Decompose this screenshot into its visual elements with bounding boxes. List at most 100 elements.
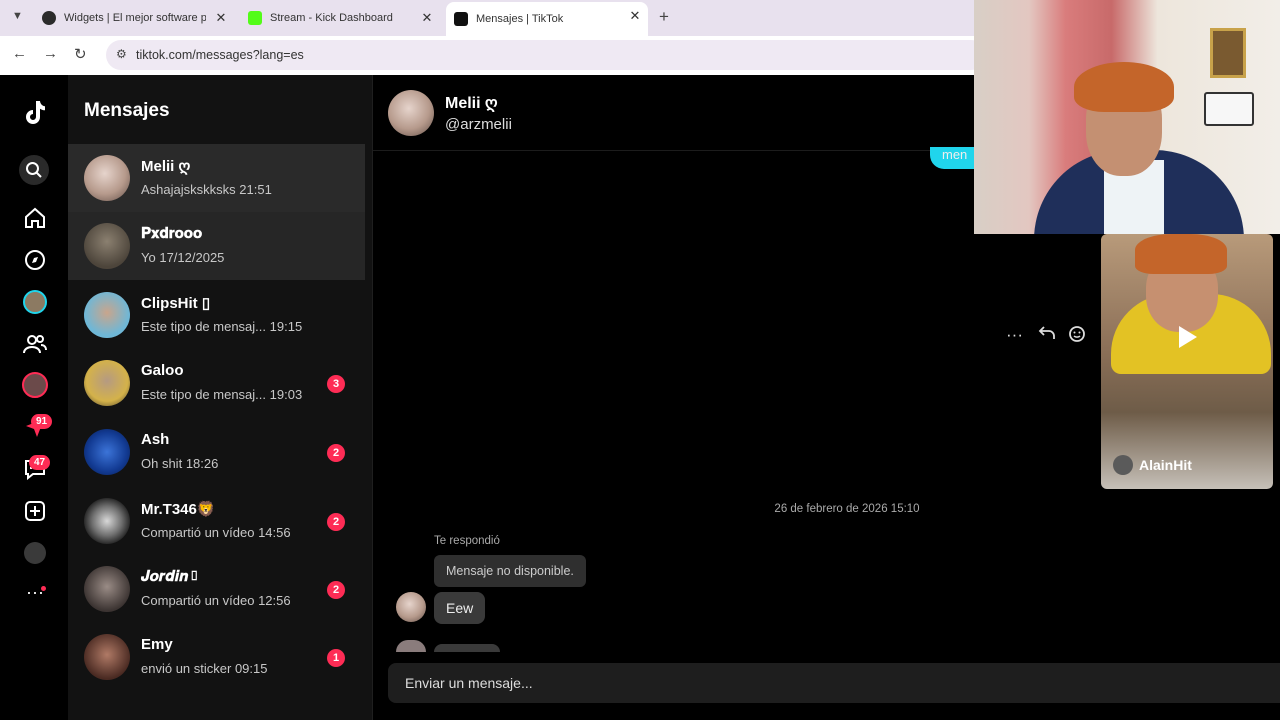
preview-text: Yo (141, 250, 156, 265)
search-icon[interactable] (19, 155, 49, 185)
tab-kick-dashboard[interactable]: Stream - Kick Dashboard ✕ (240, 4, 440, 32)
preview-time: 09:15 (234, 661, 268, 676)
conversation-preview: Ashajajskskksks 21:51 (141, 182, 272, 197)
poster-shape (1210, 28, 1246, 78)
webcam-overlay (974, 0, 1280, 234)
preview-text: Ashajajskskksks (141, 182, 236, 197)
clip-hair-shape (1135, 234, 1227, 274)
avatar (84, 498, 130, 544)
close-icon[interactable]: ✕ (214, 10, 228, 26)
replied-label: Te respondió (434, 535, 500, 547)
tab-list-icon[interactable]: ▼ (12, 10, 23, 22)
conversation-preview: envió un sticker 09:15 (141, 661, 268, 676)
preview-time: 14:56 (258, 525, 291, 540)
preview-text: Compartió un vídeo (141, 525, 255, 540)
avatar (84, 155, 130, 201)
unread-badge: 2 (327, 444, 345, 462)
conversation-name: ClipsHit ▯ (141, 295, 211, 312)
conversation-name: Ash (141, 431, 170, 448)
conversation-item[interactable]: Mr.T346🦁 Compartió un vídeo 14:56 2 (68, 487, 365, 555)
clip-user-name: AlainHit (1139, 457, 1192, 473)
tab-title: Stream - Kick Dashboard (270, 12, 393, 24)
back-icon[interactable]: ← (12, 45, 27, 62)
avatar (84, 429, 130, 475)
widgets-favicon-icon (42, 11, 56, 25)
preview-text: Compartió un vídeo (141, 593, 255, 608)
clip-user-avatar (1113, 455, 1133, 475)
url-text: tiktok.com/messages?lang=es (136, 48, 304, 62)
activity-count-badge: 91 (31, 414, 53, 429)
more-dot (41, 586, 46, 591)
conversation-name: 𝐏𝐱𝐝𝐫𝐨𝐨𝐨 (141, 225, 203, 242)
conversation-item[interactable]: 𝐏𝐱𝐝𝐫𝐨𝐨𝐨 Yo 17/12/2025 (68, 212, 365, 280)
conversation-item[interactable]: 𝑱𝒐𝒓𝒅𝒊𝒏▯ Compartió un vídeo 12:56 2 (68, 555, 365, 623)
chat-contact-handle[interactable]: @arzmelii (445, 116, 512, 133)
conversation-preview: Compartió un vídeo 12:56 (141, 593, 291, 608)
avatar (84, 292, 130, 338)
explore-icon[interactable] (22, 247, 48, 273)
preview-text: envió un sticker (141, 661, 232, 676)
tab-title: Mensajes | TikTok (476, 13, 564, 25)
conversation-name: Galoo (141, 362, 184, 379)
preview-time: 17/12/2025 (159, 250, 225, 265)
unread-badge: 3 (327, 375, 345, 393)
preview-time: 19:15 (269, 319, 303, 334)
received-message-bubble[interactable]: Eew (434, 592, 486, 624)
unread-badge: 1 (327, 649, 345, 667)
live-avatar-icon[interactable] (22, 372, 48, 398)
site-settings-icon[interactable]: ⚙ (116, 47, 127, 61)
friends-icon[interactable] (22, 331, 48, 357)
conversation-item[interactable]: Galoo Este tipo de mensaj... 19:03 3 (68, 349, 365, 417)
message-input[interactable]: Enviar un mensaje... (388, 663, 1280, 703)
more-options-icon[interactable]: ··· (1006, 325, 1023, 345)
conversation-preview: Oh shit 18:26 (141, 456, 218, 471)
chat-contact-name[interactable]: Melii ღ (445, 93, 498, 113)
message-timestamp: 26 de febrero de 2026 15:10 (774, 503, 920, 515)
play-icon[interactable] (1179, 326, 1197, 348)
avatar (84, 566, 130, 612)
person-hair-shape (1074, 62, 1174, 112)
close-icon[interactable]: ✕ (420, 10, 434, 26)
avatar (84, 634, 130, 680)
conversation-item[interactable]: Emy envió un sticker 09:15 1 (68, 623, 365, 691)
tab-widgets[interactable]: Widgets | El mejor software pa ✕ (34, 4, 234, 32)
tiktok-favicon-icon (454, 12, 468, 26)
preview-time: 19:03 (269, 387, 303, 402)
avatar[interactable] (388, 90, 434, 136)
conversation-item[interactable]: Ash Oh shit 18:26 2 (68, 418, 365, 486)
conversation-preview: Este tipo de mensaj... 19:03 (141, 387, 302, 402)
unread-badge: 2 (327, 581, 345, 599)
preview-text: Este tipo de mensaj... (141, 319, 267, 334)
tab-title: Widgets | El mejor software pa (64, 12, 206, 24)
close-icon[interactable]: ✕ (628, 8, 642, 24)
home-icon[interactable] (22, 205, 48, 231)
conversation-name: Emy (141, 636, 173, 653)
upload-icon[interactable] (22, 498, 48, 524)
preview-text: Este tipo de mensaj... (141, 387, 267, 402)
avatar (396, 592, 426, 622)
clip-preview-overlay[interactable]: AlainHit (1101, 234, 1273, 489)
conversation-name: Mr.T346🦁 (141, 501, 216, 518)
reply-icon[interactable] (1038, 325, 1056, 346)
following-avatar-icon[interactable] (22, 289, 48, 315)
clip-user-label: AlainHit (1113, 455, 1192, 475)
tab-tiktok-messages[interactable]: Mensajes | TikTok ✕ (446, 2, 648, 36)
react-emoji-icon[interactable] (1068, 325, 1086, 348)
conversation-item[interactable]: Melii ღ Ashajajskskksks 21:51 (68, 144, 365, 212)
forward-icon[interactable]: → (43, 45, 58, 62)
more-icon[interactable]: ··· (22, 579, 48, 605)
inbox-count-badge: 47 (29, 455, 51, 470)
whiteboard-shape (1204, 92, 1254, 126)
preview-text: Oh shit (141, 456, 183, 471)
new-tab-button[interactable]: + (659, 7, 669, 27)
unavailable-message: Mensaje no disponible. (434, 555, 586, 587)
profile-avatar-icon[interactable] (22, 540, 48, 566)
tiktok-logo-icon[interactable] (22, 100, 48, 126)
url-field[interactable]: ⚙ tiktok.com/messages?lang=es (106, 40, 986, 70)
conversation-item[interactable]: ClipsHit ▯ Este tipo de mensaj... 19:15 (68, 281, 365, 349)
conversation-name: Melii ღ (141, 158, 191, 175)
reload-icon[interactable]: ↻ (74, 45, 87, 63)
conversation-preview: Yo 17/12/2025 (141, 250, 224, 265)
avatar (84, 360, 130, 406)
conversation-preview: Compartió un vídeo 14:56 (141, 525, 291, 540)
